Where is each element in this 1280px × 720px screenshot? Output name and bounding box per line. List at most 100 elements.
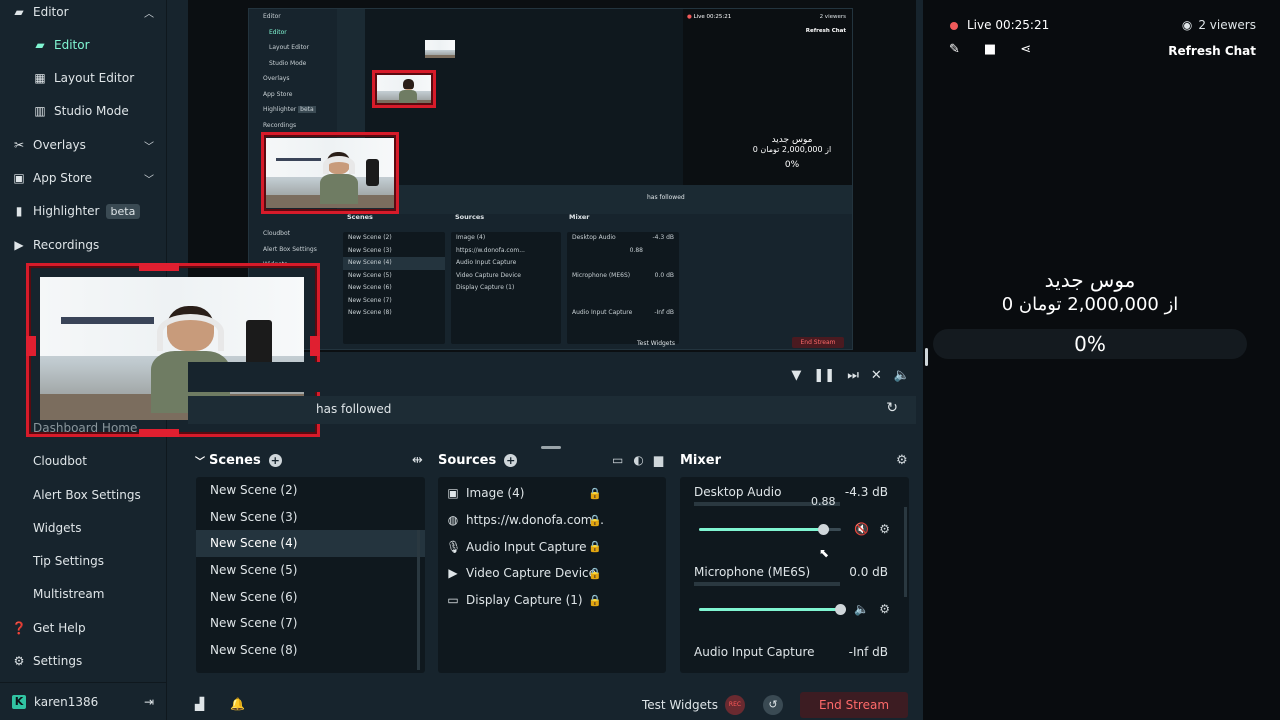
- chat-resize-handle[interactable]: [925, 348, 928, 366]
- lock-icon[interactable]: 🔒: [588, 540, 602, 553]
- scene-item[interactable]: New Scene (8): [196, 637, 425, 664]
- mixer-header: Mixer: [680, 453, 722, 468]
- editor-dock: ﹀ Scenes + ⇹ New Scene (2) New Scene (3)…: [183, 450, 920, 720]
- goal-progress-bar: 0%: [933, 329, 1247, 359]
- mixer-channel: Audio Input Capture -Inf dB: [694, 645, 888, 659]
- chevron-down-icon[interactable]: ﹀: [195, 453, 205, 468]
- sidebar-item-multistream[interactable]: Multistream: [0, 580, 166, 608]
- skip-icon[interactable]: ⏭: [847, 368, 859, 383]
- user-account[interactable]: K karen1386 ⇥: [0, 682, 166, 720]
- add-source-button[interactable]: +: [504, 454, 518, 467]
- sources-header: Sources +: [438, 453, 518, 468]
- scene-item[interactable]: New Scene (3): [196, 504, 425, 531]
- gear-icon: ⚙: [13, 654, 25, 668]
- logout-icon[interactable]: ⇥: [144, 695, 154, 709]
- refresh-chat-button[interactable]: Refresh Chat: [1168, 44, 1256, 58]
- volume-slider[interactable]: [699, 604, 846, 615]
- scene-item[interactable]: New Scene (7): [196, 610, 425, 637]
- camera-icon: ▶: [448, 566, 458, 581]
- sources-list: ▣ Image (4) 🔒 ◍ https://w.donofa.com... 🔒 🎙 A…: [438, 477, 666, 673]
- sidebar-item-layout-editor[interactable]: ▦ Layout Editor: [0, 64, 166, 92]
- sidebar-item-overlays[interactable]: ✂ Overlays ﹀: [0, 131, 166, 159]
- scenes-header: ﹀ Scenes +: [195, 453, 282, 468]
- scene-item-selected[interactable]: New Scene (4): [196, 530, 425, 558]
- chevron-down-icon: ﹀: [144, 141, 154, 153]
- monitor-icon: ▭: [447, 593, 459, 608]
- lock-icon[interactable]: 🔒: [588, 514, 602, 527]
- speaker-icon[interactable]: 🔈: [854, 602, 869, 616]
- source-item[interactable]: 🎙 Audio Input Capture 🔒: [438, 533, 666, 560]
- source-item[interactable]: ▣ Image (4) 🔒: [438, 480, 666, 507]
- dock-resize-handle[interactable]: [541, 446, 561, 449]
- scenes-scrollbar[interactable]: [417, 530, 420, 670]
- sidebar-item-tip-settings[interactable]: Tip Settings: [0, 547, 166, 575]
- globe-icon: ◍: [447, 513, 459, 528]
- scene-item[interactable]: New Scene (5): [196, 557, 425, 584]
- sidebar-item-widgets[interactable]: Widgets: [0, 514, 166, 542]
- source-item[interactable]: ▭ Display Capture (1) 🔒: [438, 587, 666, 614]
- nested-webcam-small: [374, 72, 434, 106]
- gear-icon[interactable]: ⚙: [879, 602, 890, 616]
- edit-icon[interactable]: ✎: [949, 42, 960, 57]
- viewer-count: ◉ 2 viewers: [1181, 18, 1256, 32]
- sidebar-item-cloudbot[interactable]: Cloudbot: [0, 447, 166, 475]
- camera-icon[interactable]: ■: [984, 42, 996, 57]
- mixer-scrollbar[interactable]: [904, 507, 907, 597]
- help-icon: ❓: [11, 621, 27, 635]
- live-timer: Live 00:25:21: [967, 18, 1050, 32]
- sidebar-item-settings[interactable]: ⚙ Settings: [0, 647, 166, 675]
- filter-icon[interactable]: ▼: [791, 368, 801, 383]
- sidebar-item-app-store[interactable]: ▣ App Store ﹀: [0, 164, 166, 192]
- event-row: has followed ↻: [188, 396, 916, 424]
- sidebar-item-editor-sub[interactable]: ▰ Editor: [0, 31, 166, 59]
- scene-item[interactable]: New Scene (6): [196, 584, 425, 611]
- goal-title: موس جدید: [1044, 268, 1136, 292]
- layout-icon: ▦: [34, 71, 46, 85]
- sidebar-item-alert-box-settings[interactable]: Alert Box Settings: [0, 481, 166, 509]
- share-icon[interactable]: ⋖: [1020, 42, 1031, 57]
- beta-badge: beta: [105, 203, 141, 219]
- volume-tooltip: 0.88: [811, 495, 836, 508]
- highlighter-icon: ▮: [15, 204, 23, 218]
- notifications-icon[interactable]: 🔔: [230, 697, 245, 711]
- sidebar-item-highlighter[interactable]: ▮ Highlighter beta: [0, 197, 166, 225]
- mixer-channel: Desktop Audio -4.3 dB 0.88 🔇 ⚙: [694, 485, 890, 536]
- performance-icon[interactable]: ▟: [195, 697, 204, 711]
- refresh-icon[interactable]: ↻: [886, 400, 898, 416]
- source-item[interactable]: ◍ https://w.donofa.com... 🔒: [438, 507, 666, 534]
- scenes-list: New Scene (2) New Scene (3) New Scene (4…: [196, 477, 425, 673]
- mute-alerts-icon[interactable]: ✕: [871, 368, 882, 383]
- add-scene-button[interactable]: +: [268, 454, 282, 467]
- gear-icon[interactable]: ⚙: [896, 453, 908, 468]
- scene-item[interactable]: New Scene (2): [196, 477, 425, 504]
- app-window: ▰ Editor ︿ ▰ Editor ▦ Layout Editor ▥ St…: [0, 0, 1280, 720]
- editor-icon: ▰: [14, 5, 24, 19]
- sidebar-item-studio-mode[interactable]: ▥ Studio Mode: [0, 97, 166, 125]
- end-stream-button[interactable]: End Stream: [800, 692, 908, 718]
- replay-icon[interactable]: ↺: [763, 695, 783, 715]
- record-button[interactable]: REC: [725, 695, 745, 715]
- sidebar-item-editor[interactable]: ▰ Editor ︿: [0, 0, 166, 26]
- live-indicator: [950, 22, 958, 30]
- lock-icon[interactable]: 🔒: [588, 487, 602, 500]
- volume-slider[interactable]: [699, 524, 841, 535]
- eye-icon: ◉: [1181, 18, 1193, 32]
- speaker-icon[interactable]: ◐: [633, 453, 643, 467]
- image-icon: ▣: [447, 486, 459, 501]
- folder-add-icon[interactable]: ▆: [654, 453, 663, 467]
- sidebar-item-get-help[interactable]: ❓ Get Help: [0, 614, 166, 642]
- muted-speaker-icon[interactable]: 🔇: [854, 522, 869, 536]
- lock-icon[interactable]: 🔒: [588, 594, 602, 607]
- lock-icon[interactable]: 🔒: [588, 567, 602, 580]
- mouse-cursor: ⬉: [819, 546, 830, 560]
- selective-recording-icon[interactable]: ▭: [612, 453, 623, 467]
- collapse-icon[interactable]: ⇹: [412, 453, 423, 468]
- sidebar-item-recordings[interactable]: ▶ Recordings: [0, 231, 166, 259]
- source-item[interactable]: ▶ Video Capture Device 🔒: [438, 560, 666, 587]
- volume-icon[interactable]: 🔈: [894, 368, 910, 383]
- test-widgets-button[interactable]: Test Widgets: [642, 698, 718, 712]
- kick-logo-icon: K: [12, 694, 26, 709]
- pause-icon[interactable]: ❚❚: [813, 368, 835, 383]
- chat-panel: Live 00:25:21 ◉ 2 viewers ✎ ■ ⋖ Refresh …: [923, 0, 1280, 720]
- gear-icon[interactable]: ⚙: [879, 522, 890, 536]
